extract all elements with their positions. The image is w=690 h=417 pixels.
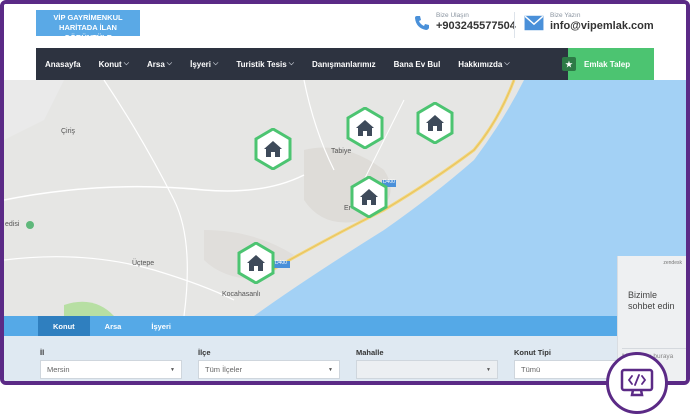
- chevron-down-icon: ⌵: [504, 60, 510, 67]
- konut-tipi-field: Konut Tipi Tümü: [514, 348, 617, 379]
- property-marker-1[interactable]: [254, 128, 292, 170]
- nav-item-isyeri[interactable]: İşyeri ⌵: [181, 60, 227, 69]
- map-label-ciris: Çiriş: [61, 128, 75, 135]
- chevron-down-icon: ⌵: [288, 60, 295, 67]
- nav-item-anasayfa[interactable]: Anasayfa: [36, 60, 90, 69]
- nav-item-turistik-tesis[interactable]: Turistik Tesis ⌵: [227, 60, 303, 69]
- site-logo[interactable]: VİP GAYRİMENKUL HARİTADA İLAN GÖRÜNTÜLE: [36, 10, 140, 42]
- chat-greeting: Bizimle sohbet edin: [628, 290, 675, 311]
- property-marker-4[interactable]: [350, 176, 388, 218]
- logo-line1: VİP GAYRİMENKUL: [53, 13, 123, 22]
- chevron-down-icon: ⌵: [123, 60, 129, 67]
- phone-label: Bize Ulaşın: [436, 12, 469, 19]
- ilce-label: İlçe: [198, 348, 211, 357]
- phone-icon: [415, 15, 429, 30]
- nav-item-arsa[interactable]: Arsa ⌵: [138, 60, 181, 69]
- nav-item-konut[interactable]: Konut ⌵: [90, 60, 138, 69]
- property-marker-3[interactable]: [416, 102, 454, 144]
- nav-item-danismanlarimiz[interactable]: Danışmanlarımız: [303, 60, 385, 69]
- ilce-field: İlçe Tüm İlçeler ▼: [198, 348, 340, 379]
- nav-item-bana-ev-bul[interactable]: Bana Ev Bul: [385, 60, 450, 69]
- chevron-down-icon: ⌵: [213, 60, 219, 67]
- mahalle-field: Mahalle ▼: [356, 348, 498, 379]
- logo-line2: HARİTADA İLAN GÖRÜNTÜLE: [59, 23, 117, 42]
- chevron-down-icon: ⌵: [166, 60, 173, 67]
- mahalle-select[interactable]: ▼: [356, 360, 498, 379]
- browser-frame: VİP GAYRİMENKUL HARİTADA İLAN GÖRÜNTÜLE …: [0, 0, 690, 385]
- dropdown-arrow-icon: ▼: [486, 366, 491, 373]
- dropdown-arrow-icon: ▼: [328, 366, 333, 373]
- map-canvas: [4, 80, 686, 316]
- il-select[interactable]: Mersin ▼: [40, 360, 182, 379]
- mahalle-label: Mahalle: [356, 348, 384, 357]
- property-marker-2[interactable]: [346, 107, 384, 149]
- code-monitor-icon: [620, 368, 654, 397]
- chat-brand: zendesk: [663, 260, 682, 266]
- map-label-edisi: edisi: [5, 221, 20, 228]
- phone-contact[interactable]: Bize Ulaşın +903245577504: [414, 12, 516, 33]
- map-label-uctepe: Üçtepe: [132, 260, 155, 267]
- tab-isyeri[interactable]: İşyeri: [136, 316, 186, 336]
- property-marker-5[interactable]: [237, 242, 275, 284]
- code-view-badge[interactable]: [606, 352, 668, 414]
- property-map[interactable]: Çiriş Tabiye Üçtepe Kocahasanlı Er edisi…: [4, 80, 686, 316]
- tab-arsa[interactable]: Arsa: [90, 316, 137, 336]
- site-header: VİP GAYRİMENKUL HARİTADA İLAN GÖRÜNTÜLE …: [4, 4, 686, 48]
- mail-contact[interactable]: Bize Yazın info@vipemlak.com: [524, 12, 654, 33]
- nav-item-hakkimizda[interactable]: Hakkımızda ⌵: [449, 60, 518, 69]
- map-label-kocahasanli: Kocahasanlı: [222, 291, 261, 298]
- tab-konut[interactable]: Konut: [38, 316, 90, 336]
- main-nav: Anasayfa Konut ⌵ Arsa ⌵ İşyeri ⌵ Turistik T…: [36, 48, 654, 80]
- mail-icon: [524, 15, 544, 30]
- phone-value: +903245577504: [436, 20, 516, 32]
- map-label-tabiye: Tabiye: [331, 148, 352, 155]
- star-icon: ★: [562, 57, 576, 71]
- ilce-select[interactable]: Tüm İlçeler ▼: [198, 360, 340, 379]
- konut-tipi-select[interactable]: Tümü: [514, 360, 617, 379]
- emlak-talep-button[interactable]: ★ Emlak Talep: [562, 48, 654, 80]
- mail-value: info@vipemlak.com: [550, 20, 654, 32]
- search-tabs: Konut Arsa İşyeri: [4, 316, 617, 336]
- road-shield-d400-b: D400: [275, 260, 287, 266]
- il-label: İl: [40, 348, 45, 357]
- search-form: İl Mersin ▼ İlçe Tüm İlçeler ▼ Mahalle ▼ K…: [4, 336, 617, 381]
- header-divider: [514, 12, 515, 38]
- il-field: İl Mersin ▼: [40, 348, 182, 379]
- dropdown-arrow-icon: ▼: [170, 366, 175, 373]
- mail-label: Bize Yazın: [550, 12, 581, 19]
- konut-tipi-label: Konut Tipi: [514, 348, 551, 357]
